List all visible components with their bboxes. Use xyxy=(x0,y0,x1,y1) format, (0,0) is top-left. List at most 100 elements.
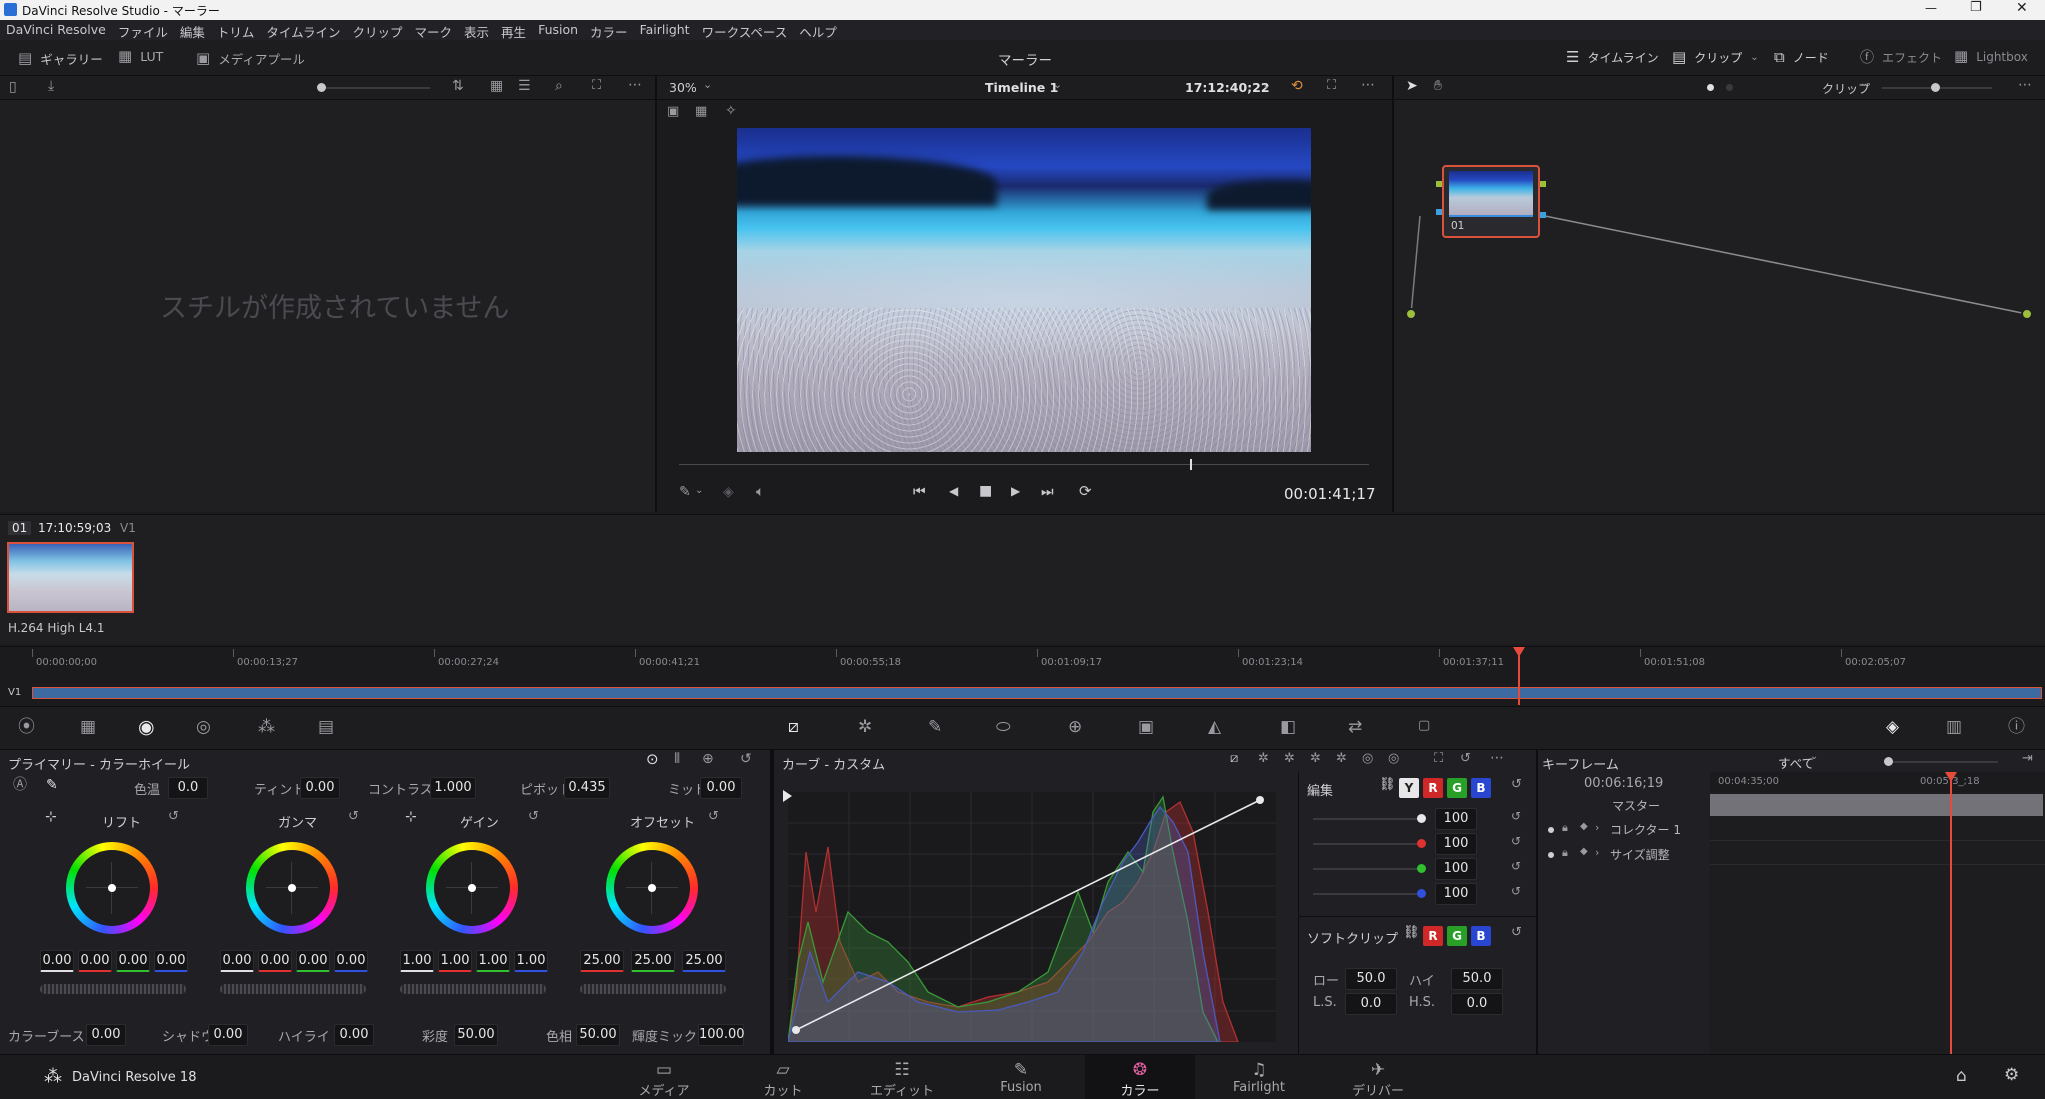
color-match-icon[interactable]: ▦ xyxy=(80,719,96,736)
saturation-field[interactable]: 50.00 xyxy=(454,1024,498,1046)
intensity-slider-y[interactable] xyxy=(1313,818,1423,820)
keyframe-expand-icon[interactable]: ⇥ xyxy=(2022,752,2033,765)
menu-view[interactable]: 表示 xyxy=(464,22,489,41)
mini-timeline[interactable]: 00:00:00;00 00:00:13;27 00:00:27;24 00:0… xyxy=(0,646,2045,705)
node-view-dot[interactable] xyxy=(1726,84,1733,91)
reset-icon[interactable]: ↺ xyxy=(168,810,179,823)
page-deliver-button[interactable]: ✈︎ デリバー xyxy=(1323,1055,1433,1099)
page-media-button[interactable]: ▭ メディア xyxy=(609,1055,719,1099)
bars-mode-icon[interactable]: ⦀ xyxy=(674,752,680,766)
menu-help[interactable]: ヘルプ xyxy=(799,22,837,41)
contrast-field[interactable]: 1.000 xyxy=(430,777,476,799)
volume-icon[interactable]: 🔈︎ xyxy=(756,485,764,499)
lock-icon[interactable]: 🔒︎ xyxy=(1562,822,1568,833)
menu-trim[interactable]: トリム xyxy=(217,22,255,41)
channel-b-button[interactable]: B xyxy=(1471,778,1491,798)
menu-color[interactable]: カラー xyxy=(590,22,628,41)
lock-icon[interactable]: 🔒︎ xyxy=(1562,847,1568,858)
shadow-field[interactable]: 0.00 xyxy=(208,1024,248,1046)
keyframe-zoom-slider[interactable] xyxy=(1888,761,1998,763)
more-options-icon[interactable]: ⋯ xyxy=(1490,751,1504,765)
reset-icon[interactable]: ↺ xyxy=(1511,778,1522,791)
offset-g-field[interactable]: 25.00 xyxy=(631,950,675,972)
crosshair-icon[interactable]: ⊹ xyxy=(45,810,57,824)
softclip-r-button[interactable]: R xyxy=(1423,926,1443,946)
offset-wheel[interactable] xyxy=(606,842,698,934)
reset-icon[interactable]: ↺ xyxy=(348,810,359,823)
gamma-r-field[interactable]: 0.00 xyxy=(258,950,292,972)
color-temp-field[interactable]: 0.0 xyxy=(168,777,208,799)
close-button[interactable]: ✕ xyxy=(2016,0,2028,16)
reset-icon[interactable]: ↺ xyxy=(1511,860,1521,872)
intensity-slider-b[interactable] xyxy=(1313,893,1423,895)
intensity-b-field[interactable]: 100 xyxy=(1435,883,1477,905)
middetail-field[interactable]: 0.00 xyxy=(700,777,742,799)
search-icon[interactable]: ⌕ xyxy=(555,79,563,93)
intensity-slider-g[interactable] xyxy=(1313,868,1423,870)
gain-r-field[interactable]: 1.00 xyxy=(438,950,472,972)
lift-master-wheel[interactable] xyxy=(40,984,186,994)
minimize-button[interactable]: — xyxy=(1925,1,1937,15)
loop-icon[interactable]: ⟳ xyxy=(1079,484,1092,499)
hue-vs-sat-icon[interactable]: ✲ xyxy=(1284,752,1295,765)
viewer-scrub-handle[interactable] xyxy=(1189,459,1192,470)
channel-y-button[interactable]: Y xyxy=(1399,778,1419,798)
more-options-icon[interactable]: ⋯ xyxy=(1361,78,1375,92)
menu-fairlight[interactable]: Fairlight xyxy=(640,22,690,41)
clip-thumbnail[interactable] xyxy=(7,542,134,613)
hue-vs-hue-icon[interactable]: ✲ xyxy=(1258,752,1269,765)
play-icon[interactable]: ▶ xyxy=(1011,485,1020,497)
keyframe-diamond-icon[interactable]: ◆ xyxy=(1580,847,1588,857)
tint-field[interactable]: 0.00 xyxy=(300,777,340,799)
lift-y-field[interactable]: 0.00 xyxy=(40,950,74,972)
offset-b-field[interactable]: 25.00 xyxy=(682,950,726,972)
reset-icon[interactable]: ↺ xyxy=(1511,926,1522,939)
menu-fusion[interactable]: Fusion xyxy=(538,22,578,41)
more-options-icon[interactable]: ⋯ xyxy=(628,78,642,92)
sync-icon[interactable]: ⟲ xyxy=(1291,79,1303,93)
magic-wand-icon[interactable]: ✧ xyxy=(725,104,737,118)
slider-handle[interactable] xyxy=(1931,83,1940,92)
sort-icon[interactable]: ⇅ xyxy=(452,79,464,93)
gamma-master-wheel[interactable] xyxy=(220,984,366,994)
custom-curve-icon[interactable]: ⧄ xyxy=(1230,752,1238,765)
intensity-g-field[interactable]: 100 xyxy=(1435,858,1477,880)
key-icon[interactable]: ◧ xyxy=(1280,719,1296,736)
viewer-scrub-bar[interactable] xyxy=(679,464,1369,465)
color-warper-icon[interactable]: ✲ xyxy=(858,719,872,736)
gain-master-wheel[interactable] xyxy=(400,984,546,994)
sizing-icon[interactable]: ⇄ xyxy=(1348,719,1362,736)
keyframe-row-sizing[interactable]: 🔒︎ ◆ › サイズ調整 xyxy=(1538,843,1708,867)
effects-toggle-button[interactable]: ⓕ エフェクト xyxy=(1860,49,1942,66)
softclip-g-button[interactable]: G xyxy=(1447,926,1467,946)
settings-gear-icon[interactable]: ⚙︎ xyxy=(2004,1067,2019,1084)
menu-workspace[interactable]: ワークスペース xyxy=(702,22,788,41)
track-clip[interactable] xyxy=(32,687,2042,699)
auto-balance-icon[interactable]: Ⓐ xyxy=(13,778,27,792)
node-rgb-input[interactable] xyxy=(1436,181,1442,187)
playhead-marker[interactable] xyxy=(1513,647,1526,657)
fullscreen-icon[interactable]: ⛶ xyxy=(1327,79,1336,92)
more-options-icon[interactable]: ⋯ xyxy=(2018,78,2032,92)
curves-icon[interactable]: ⧄ xyxy=(788,719,799,736)
lut-button[interactable]: ▦ LUT xyxy=(118,49,163,65)
curve-input-indicator[interactable] xyxy=(783,790,792,802)
keyframe-ruler[interactable]: 00:04:35;00 00:05:3_;18 xyxy=(1710,772,2045,792)
gain-y-field[interactable]: 1.00 xyxy=(400,950,434,972)
colorboost-field[interactable]: 0.00 xyxy=(86,1024,126,1046)
timeline-toggle-button[interactable]: ☰ タイムライン xyxy=(1566,49,1659,66)
hs-field[interactable]: 0.0 xyxy=(1451,993,1503,1015)
curve-graph[interactable] xyxy=(787,792,1276,1043)
lum-vs-sat-icon[interactable]: ✲ xyxy=(1336,752,1347,765)
corrector-node-01[interactable]: 01 xyxy=(1436,165,1546,238)
reset-icon[interactable]: ↺ xyxy=(740,752,752,766)
sat-vs-lum-icon[interactable]: ◎ xyxy=(1388,752,1399,765)
highlight-icon[interactable]: ◈ xyxy=(723,485,734,499)
hue-field[interactable]: 50.00 xyxy=(576,1024,620,1046)
lightbox-toggle-button[interactable]: ▦ Lightbox xyxy=(1954,49,2028,64)
offset-master-wheel[interactable] xyxy=(580,984,726,994)
keyframe-playhead-marker[interactable] xyxy=(1945,772,1957,782)
motion-effects-icon[interactable]: ▤ xyxy=(318,719,334,736)
softclip-b-button[interactable]: B xyxy=(1471,926,1491,946)
eyedropper-icon[interactable]: ✎ xyxy=(679,485,691,499)
